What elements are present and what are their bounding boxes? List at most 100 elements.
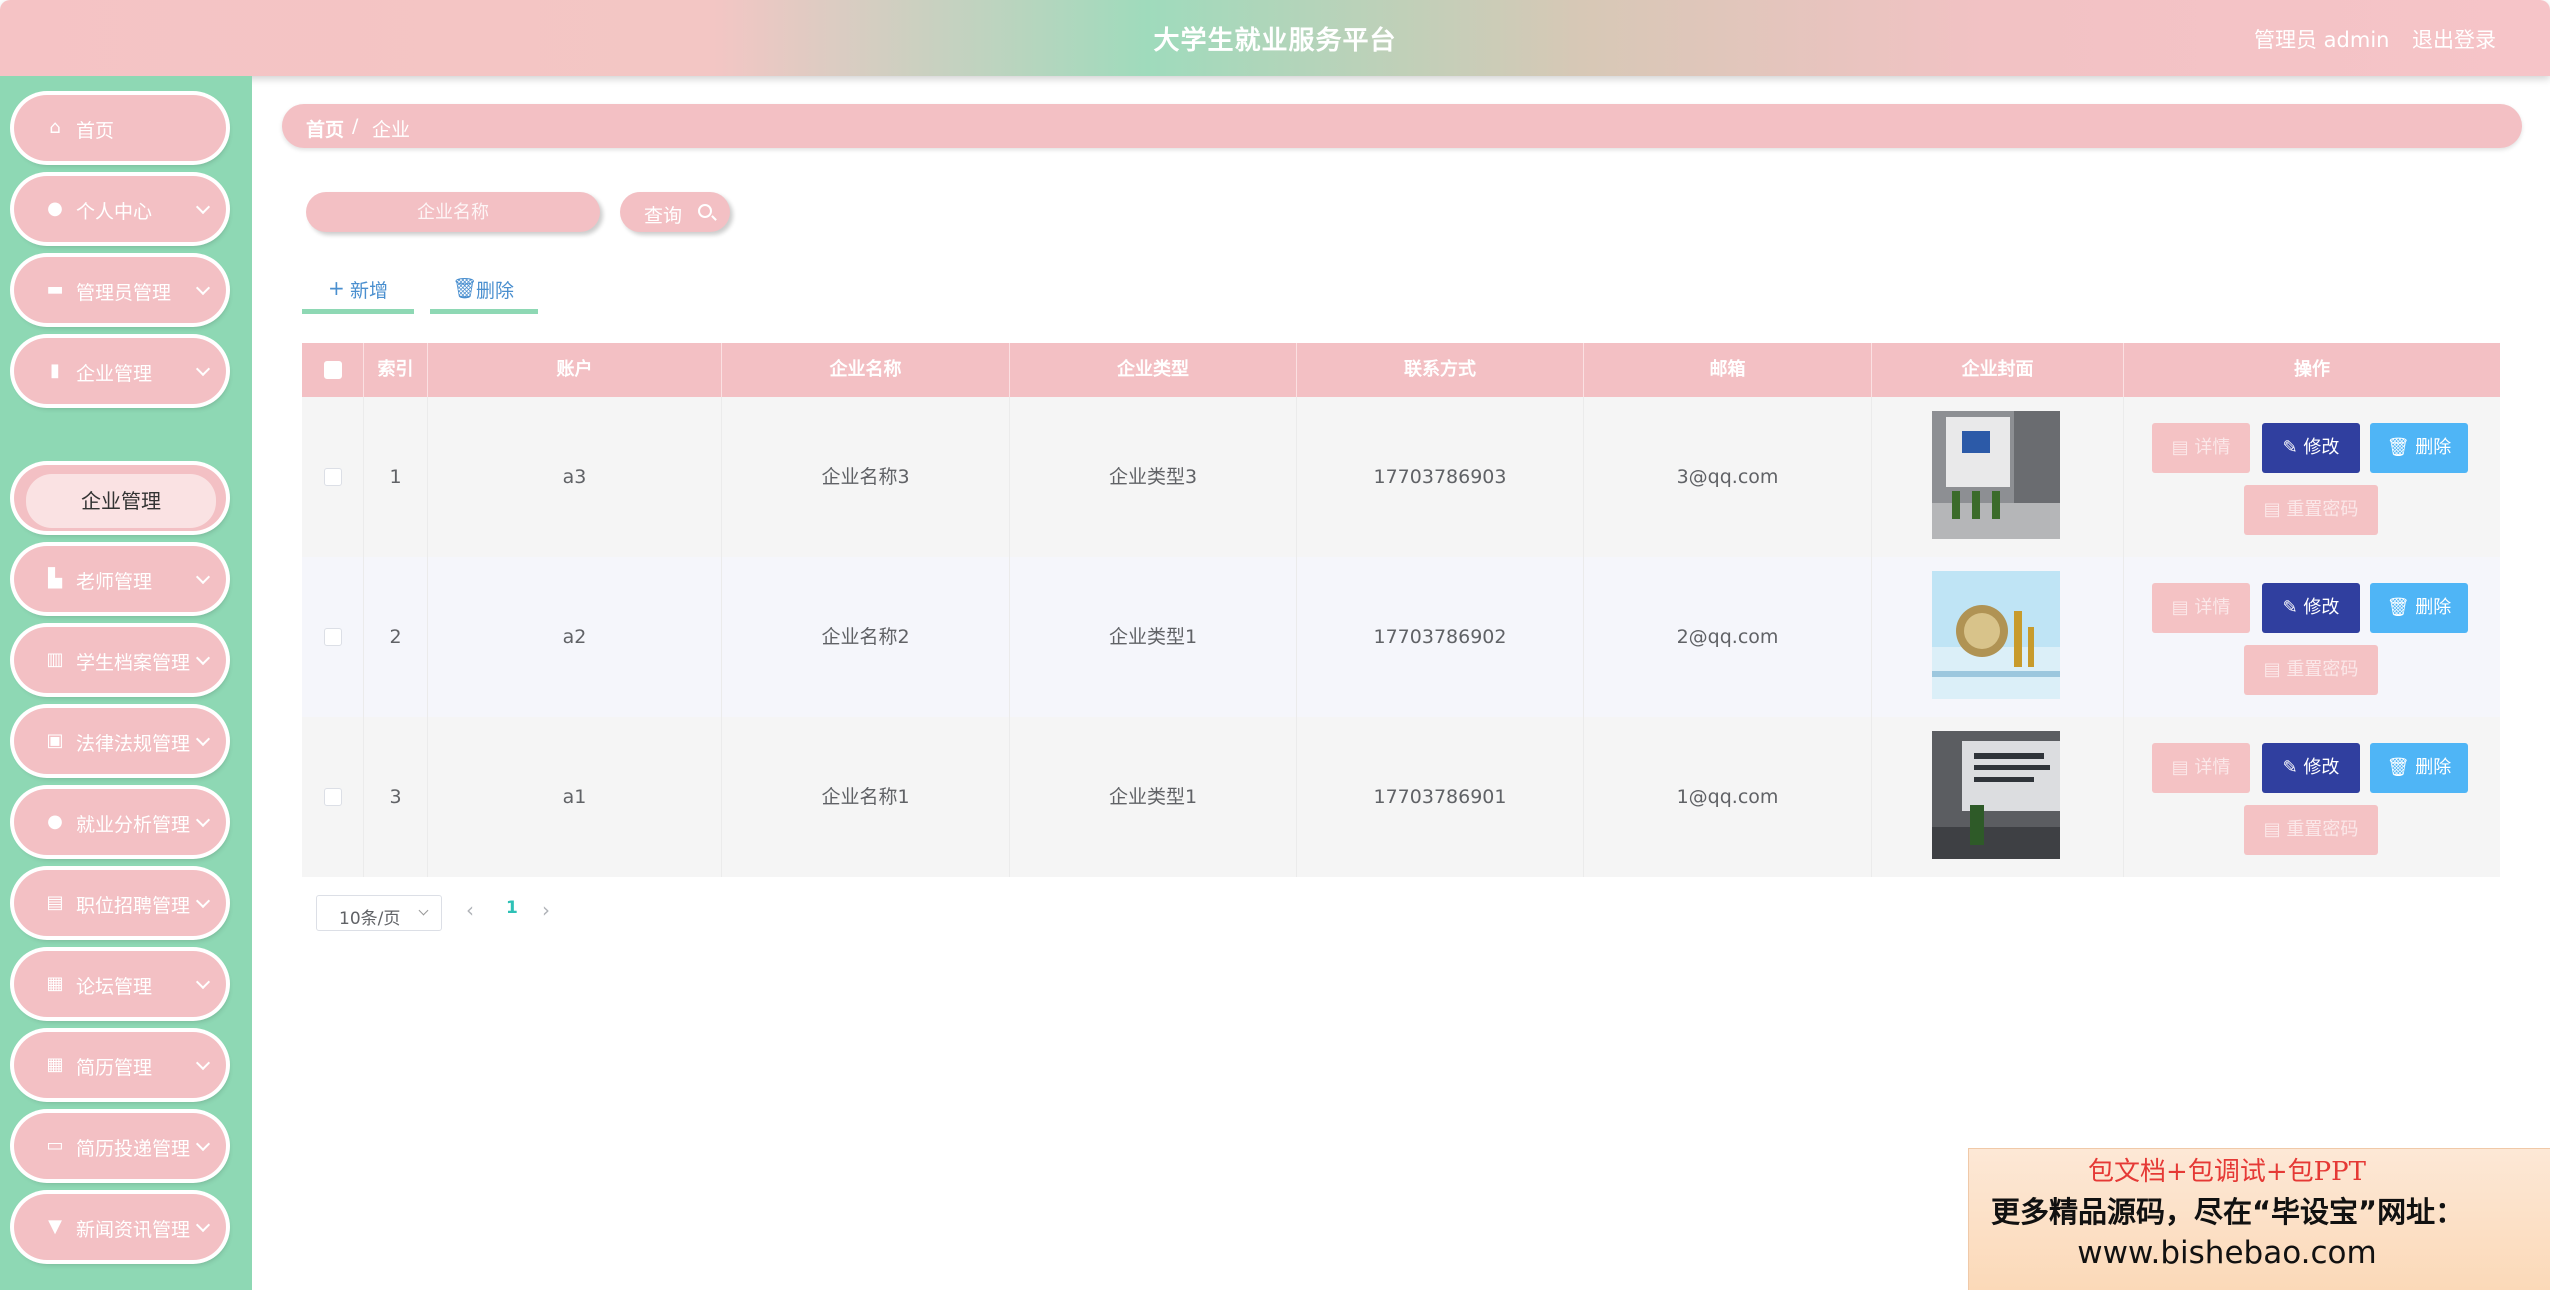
- cell-select: [302, 717, 364, 877]
- prev-page-button[interactable]: ‹: [466, 898, 474, 922]
- chevron-down-icon: [195, 974, 211, 990]
- chevron-down-icon: [195, 199, 211, 215]
- breadcrumb-home[interactable]: 首页: [306, 115, 344, 142]
- sidebar-item-5[interactable]: ▙ 老师管理: [14, 546, 226, 612]
- monitor-icon: ▬: [46, 279, 64, 300]
- promo-url: www.bishebao.com: [2077, 1235, 2377, 1271]
- company-cover-image[interactable]: [1932, 411, 2060, 539]
- clipboard-icon: ▤: [46, 892, 64, 913]
- logout-link[interactable]: 退出登录: [2412, 24, 2496, 54]
- sidebar-item-7[interactable]: ▣ 法律法规管理: [14, 708, 226, 774]
- cell-index: 3: [364, 717, 428, 877]
- chevron-down-icon: [195, 280, 211, 296]
- reset-password-button[interactable]: ▤ 重置密码: [2244, 485, 2378, 535]
- column-header-type: 企业类型: [1010, 343, 1297, 397]
- cell-index: 1: [364, 397, 428, 557]
- sidebar-item-0[interactable]: ⌂ 首页: [14, 95, 226, 161]
- sidebar-item-2[interactable]: ▬ 管理员管理: [14, 257, 226, 323]
- detail-button[interactable]: ▤ 详情: [2152, 583, 2250, 633]
- trash-icon: 🗑: [2386, 437, 2416, 458]
- add-button-label: 新增: [350, 280, 389, 302]
- sidebar-item-13[interactable]: ▼ 新闻资讯管理: [14, 1194, 226, 1260]
- sidebar-item-8[interactable]: ● 就业分析管理: [14, 789, 226, 855]
- delete-button[interactable]: 🗑 删除: [2370, 583, 2468, 633]
- file-icon: ▤: [2171, 757, 2195, 778]
- document-icon: ▤: [2263, 819, 2287, 840]
- sidebar-item-label: 个人中心: [76, 201, 153, 223]
- company-name-search-input[interactable]: [306, 192, 600, 232]
- reset-password-button[interactable]: ▤ 重置密码: [2244, 805, 2378, 855]
- sidebar-item-label: 企业管理: [76, 363, 153, 385]
- file-icon: ▤: [2171, 437, 2195, 458]
- sidebar-item-10[interactable]: ▦ 论坛管理: [14, 951, 226, 1017]
- edit-button-label: 修改: [2303, 437, 2340, 458]
- edit-button[interactable]: ✎ 修改: [2262, 743, 2360, 793]
- sidebar-item-9[interactable]: ▤ 职位招聘管理: [14, 870, 226, 936]
- sidebar-item-1[interactable]: ● 个人中心: [14, 176, 226, 242]
- current-user: 管理员 admin: [2254, 28, 2390, 52]
- pencil-icon: ✎: [2282, 437, 2304, 458]
- chevron-down-icon: [195, 361, 211, 377]
- cell-company-name: 企业名称1: [722, 717, 1010, 877]
- sidebar-item-3[interactable]: ▮ 企业管理: [14, 338, 226, 404]
- table-row: 3 a1 企业名称1 企业类型1 17703786901 1@qq.com ▤ 详情 ✎ 修改…: [302, 717, 2500, 877]
- folder-icon: ▥: [46, 649, 64, 670]
- sidebar-item-12[interactable]: ▭ 简历投递管理: [14, 1113, 226, 1179]
- sidebar-item-label: 就业分析管理: [76, 814, 191, 836]
- select-all-checkbox[interactable]: [324, 361, 342, 379]
- cell-company-name: 企业名称2: [722, 557, 1010, 717]
- sidebar-item-label: 简历投递管理: [76, 1138, 191, 1160]
- edit-button[interactable]: ✎ 修改: [2262, 583, 2360, 633]
- thumb-icon: ▙: [48, 568, 62, 589]
- detail-button[interactable]: ▤ 详情: [2152, 423, 2250, 473]
- grid-icon: ▦: [46, 1054, 64, 1075]
- delete-button-label: 删除: [2415, 437, 2452, 458]
- delete-button-label: 删除: [2415, 597, 2452, 618]
- breadcrumb-separator: /: [352, 115, 359, 137]
- row-checkbox[interactable]: [324, 788, 342, 806]
- detail-button[interactable]: ▤ 详情: [2152, 743, 2250, 793]
- column-header-email: 邮箱: [1584, 343, 1872, 397]
- chevron-down-icon: [195, 731, 211, 747]
- promo-line-1: 包文档+包调试+包PPT: [2088, 1157, 2366, 1187]
- add-button[interactable]: + 新增: [302, 268, 414, 314]
- promo-banner: 包文档+包调试+包PPT 更多精品源码，尽在“毕设宝”网址： www.bishe…: [1968, 1148, 2550, 1290]
- cell-email: 2@qq.com: [1584, 557, 1872, 717]
- sidebar-item-6[interactable]: ▥ 学生档案管理: [14, 627, 226, 693]
- company-cover-image[interactable]: [1932, 731, 2060, 859]
- table-row: 2 a2 企业名称2 企业类型1 17703786902 2@qq.com ▤ 详情 ✎ 修改…: [302, 557, 2500, 717]
- cell-select: [302, 397, 364, 557]
- row-checkbox[interactable]: [324, 628, 342, 646]
- edit-button[interactable]: ✎ 修改: [2262, 423, 2360, 473]
- chevron-down-icon: [195, 1055, 211, 1071]
- row-checkbox[interactable]: [324, 468, 342, 486]
- reset-password-button-label: 重置密码: [2286, 499, 2359, 520]
- cell-email: 3@qq.com: [1584, 397, 1872, 557]
- app-title: 大学生就业服务平台: [1153, 26, 1397, 56]
- select-all-column: [302, 343, 364, 397]
- news-icon: ▼: [48, 1216, 62, 1237]
- bulk-delete-button[interactable]: 🗑 删除: [430, 268, 538, 314]
- delete-button[interactable]: 🗑 删除: [2370, 743, 2468, 793]
- top-header: 大学生就业服务平台 管理员 admin 退出登录: [0, 0, 2550, 76]
- sidebar-item-label: 首页: [76, 120, 115, 142]
- detail-button-label: 详情: [2194, 437, 2231, 458]
- cell-company-type: 企业类型3: [1010, 397, 1297, 557]
- column-header-cover: 企业封面: [1872, 343, 2124, 397]
- page-size-select[interactable]: 10条/页: [316, 895, 442, 931]
- sidebar-item-11[interactable]: ▦ 简历管理: [14, 1032, 226, 1098]
- file-icon: ▤: [2171, 597, 2195, 618]
- reset-password-button[interactable]: ▤ 重置密码: [2244, 645, 2378, 695]
- submenu-item-company-management[interactable]: 企业管理: [26, 474, 216, 528]
- next-page-button[interactable]: ›: [542, 898, 550, 922]
- delete-button[interactable]: 🗑 删除: [2370, 423, 2468, 473]
- cell-account: a1: [428, 717, 722, 877]
- search-button[interactable]: 查询: [620, 192, 730, 232]
- page-number-current[interactable]: 1: [506, 898, 518, 918]
- column-header-actions: 操作: [2294, 359, 2330, 380]
- cell-company-type: 企业类型1: [1010, 717, 1297, 877]
- breadcrumb: 首页 / 企业: [282, 104, 2522, 148]
- company-cover-image[interactable]: [1932, 571, 2060, 699]
- table-header: 索引 账户 企业名称 企业类型 联系方式 邮箱 企业封面 操作: [302, 343, 2500, 397]
- page-size-value: 10条/页: [339, 909, 401, 929]
